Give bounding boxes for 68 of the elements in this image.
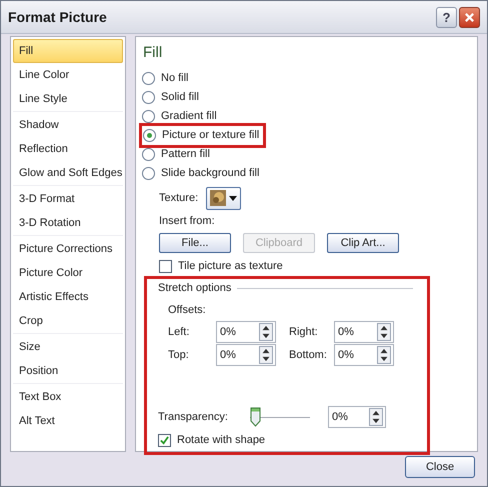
field-value: 0% <box>338 348 354 363</box>
texture-dropdown[interactable] <box>206 186 242 210</box>
spin-field[interactable]: 0% <box>328 406 386 428</box>
checkbox[interactable] <box>159 260 172 272</box>
radio-label: Solid fill <box>161 90 199 105</box>
sidebar-item[interactable]: Reflection <box>13 137 123 161</box>
insert-button[interactable]: File... <box>159 233 231 253</box>
sidebar-item[interactable]: Line Style <box>13 87 123 111</box>
radio-button[interactable] <box>142 90 155 104</box>
offset-label: Bottom: <box>288 348 328 363</box>
radio-button[interactable] <box>143 128 156 142</box>
field-value: 0% <box>332 410 348 425</box>
close-icon <box>464 12 475 22</box>
insert-button[interactable]: Clip Art... <box>327 233 399 253</box>
close-button[interactable] <box>459 6 480 28</box>
spin-field[interactable]: 0% <box>334 321 394 343</box>
insert-from-label: Insert from: <box>159 214 216 228</box>
offset-label: Right: <box>288 324 319 340</box>
radio-label: Gradient fill <box>161 108 217 124</box>
sidebar-item[interactable]: Alt Text <box>13 409 123 433</box>
sidebar-item[interactable]: Picture Corrections <box>13 237 123 261</box>
sidebar-item[interactable]: Text Box <box>13 385 123 409</box>
texture-swatch-icon <box>210 190 226 206</box>
sidebar-item[interactable]: Fill <box>13 39 123 63</box>
close-dialog-button[interactable]: Close <box>405 456 475 478</box>
sidebar-item[interactable]: Artistic Effects <box>13 285 123 309</box>
spin-field[interactable]: 0% <box>334 344 394 366</box>
checkbox[interactable] <box>158 434 171 446</box>
radio-button[interactable] <box>142 110 155 122</box>
sidebar-item[interactable]: 3-D Rotation <box>13 211 123 235</box>
sidebar-item[interactable]: Position <box>13 359 123 383</box>
texture-label: Texture: <box>159 190 198 206</box>
field-value: 0% <box>220 324 236 340</box>
offset-label: Left: <box>168 324 190 340</box>
slider-thumb[interactable] <box>250 407 261 427</box>
caret-icon <box>229 196 238 200</box>
offset-label: Top: <box>168 348 190 363</box>
checkbox-label: Tile picture as texture <box>178 258 283 274</box>
sidebar-item[interactable]: Crop <box>13 309 123 333</box>
radio-label: No fill <box>161 70 189 86</box>
sidebar-item[interactable]: Shadow <box>13 113 123 137</box>
transparency-label: Transparency: <box>158 410 229 425</box>
sidebar-item[interactable]: Size <box>13 335 123 359</box>
radio-label: Picture or texture fill <box>162 128 260 143</box>
group-title: Stretch options <box>158 281 232 296</box>
sidebar-item[interactable]: Glow and Soft Edges <box>13 161 123 185</box>
spin-buttons[interactable] <box>377 323 391 341</box>
radio-button[interactable] <box>142 166 155 180</box>
spin-field[interactable]: 0% <box>216 344 276 366</box>
sidebar-item[interactable]: Picture Color <box>13 261 123 285</box>
radio-button[interactable] <box>142 148 155 160</box>
spin-buttons[interactable] <box>259 323 273 341</box>
offsets-label: Offsets: <box>168 302 207 318</box>
section-heading: Fill <box>143 43 164 63</box>
radio-button[interactable] <box>142 72 155 84</box>
help-button[interactable]: ? <box>436 6 457 28</box>
sidebar-item[interactable]: 3-D Format <box>13 187 123 211</box>
radio-label: Pattern fill <box>161 146 210 162</box>
spin-buttons[interactable] <box>369 408 383 426</box>
spin-buttons[interactable] <box>377 346 391 364</box>
radio-label: Slide background fill <box>161 166 260 181</box>
checkbox-label: Rotate with shape <box>177 432 266 448</box>
window-title: Format Picture <box>8 8 107 26</box>
field-value: 0% <box>220 348 236 363</box>
sidebar-item[interactable]: Line Color <box>13 63 123 87</box>
field-value: 0% <box>338 324 354 340</box>
spin-buttons[interactable] <box>259 346 273 364</box>
spin-field[interactable]: 0% <box>216 321 276 343</box>
